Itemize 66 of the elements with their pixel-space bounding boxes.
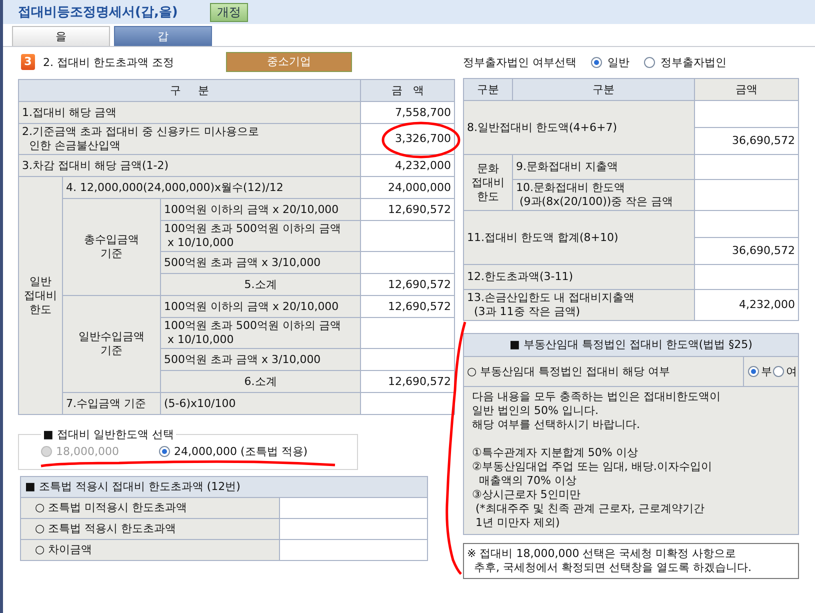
amount-cell: 4,232,000: [360, 154, 454, 176]
row-label: 100억원 초과 500억원 이하의 금액 x 10/10,000: [160, 318, 361, 348]
group-label: 총수입금액 기준: [62, 198, 160, 296]
column-header: 구 분: [18, 80, 361, 102]
row-label: 8.일반접대비 한도액(4+6+7): [464, 100, 694, 154]
notice-text: 다음 내용을 모두 충족하는 법인은 접대비한도액이 일반 법인의 50% 입니다. 해당 여부를 선택하시기 바랍니다. ①특수관계자 지분합계 50% 이상 ②부동산임대업 주업 또는 임대, 배당.이자수입이 매출액의 70% 이상 ③상시근로자 5인미만 (*최대주주 및 친족 관계 근로자, 근로계약기간 1년 미만자 제외): [471, 389, 722, 531]
section-title: 2. 접대비 한도초과액 조정: [43, 54, 174, 70]
radio-button[interactable]: [644, 56, 654, 68]
row-label: 500억원 초과 금액 x 3/10,000: [160, 348, 361, 370]
box-title: ■ 부동산임대 특정법인 접대비 한도액(법법 §25): [464, 334, 798, 357]
row-label: 100억원 이하의 금액 x 20/10,000: [160, 198, 361, 220]
column-header: 구분: [512, 78, 694, 100]
box-title: ■ 조특법 적용시 접대비 한도초과액 (12번): [20, 476, 428, 498]
group-label: 문화 접대비 한도: [464, 154, 512, 210]
row-label: 2.기준금액 초과 접대비 중 신용카드 미사용으로 인한 손금불산입액: [18, 124, 361, 154]
amount-cell: 36,690,572: [694, 238, 798, 264]
radio-button[interactable]: [158, 446, 170, 457]
subtotal-label: 6.소계: [160, 370, 361, 392]
row-label: 100억원 초과 500억원 이하의 금액 x 10/10,000: [160, 220, 361, 252]
row-label: 100억원 이하의 금액 x 20/10,000: [160, 296, 361, 318]
amount-cell: 12,690,572: [360, 198, 454, 220]
option-label: 정부출자법인: [660, 54, 726, 70]
amount-cell: 12,690,572: [360, 274, 454, 296]
row-label: 4. 12,000,000(24,000,000)x월수(12)/12: [62, 176, 361, 198]
row-label: ○ 조특법 미적용시 한도초과액: [20, 498, 280, 518]
option-label: 일반: [608, 54, 630, 70]
formula-cell: (5-6)x10/100: [160, 392, 361, 414]
amount-cell: 12,690,572: [360, 370, 454, 392]
window-title: 접대비등조정명세서(갑,을): [18, 4, 178, 21]
column-header: 금 액: [360, 80, 454, 102]
row-label: 1.접대비 해당 금액: [18, 102, 361, 124]
row-label: 7.수입금액 기준: [62, 392, 160, 414]
row-label: 10.문화접대비 한도액 (9과(8x(20/100))중 작은 금액: [512, 180, 694, 210]
amount-cell: 12,690,572: [360, 296, 454, 318]
option-label: 부: [761, 364, 772, 379]
option-label: 24,000,000 (조특법 적용): [174, 444, 308, 459]
column-header: 금액: [694, 78, 798, 100]
tab[interactable]: 을: [12, 26, 110, 46]
group-title: ■ 접대비 일반한도액 선택: [42, 427, 175, 442]
row-label: 11.접대비 한도액 합계(8+10): [464, 210, 694, 264]
radio-button[interactable]: [590, 56, 602, 68]
row-label: 13.손금산입한도 내 접대비지출액 (3과 11중 작은 금액): [464, 290, 694, 320]
section-number-badge: 3: [21, 54, 35, 70]
group-label: 일반수입금액 기준: [62, 296, 160, 392]
row-label: 12.한도초과액(3-11): [464, 264, 694, 290]
amount-cell: 4,232,000: [694, 290, 798, 320]
radio-button[interactable]: [748, 366, 759, 377]
note-text: ※ 접대비 18,000,000 선택은 국세청 미확정 사항으로 추후, 국세청에서 확정되면 선택창을 열도록 하겠습니다.: [463, 543, 799, 579]
option-label: 18,000,000: [56, 445, 119, 458]
subtotal-label: 5.소계: [160, 274, 361, 296]
option-label: 여: [786, 364, 797, 379]
row-label: ○ 조특법 적용시 한도초과액: [20, 518, 280, 540]
row-label: 3.차감 접대비 해당 금액(1-2): [18, 154, 361, 176]
row-label: ○ 차이금액: [20, 540, 280, 560]
field-label: 정부출자법인 여부선택: [463, 54, 576, 70]
row-label: 9.문화접대비 지출액: [512, 154, 694, 180]
revise-button[interactable]: 개정: [210, 2, 248, 22]
amount-cell: 24,000,000: [360, 176, 454, 198]
row-label: 500억원 초과 금액 x 3/10,000: [160, 252, 361, 274]
amount-cell: 7,558,700: [360, 102, 454, 124]
column-header: 구분: [464, 78, 512, 100]
group-label: 일반 접대비 한도: [18, 176, 62, 414]
question-label: ○ 부동산임대 특정법인 접대비 해당 여부: [466, 364, 672, 379]
company-type-badge: 중소기업: [226, 52, 352, 72]
amount-cell: 36,690,572: [694, 128, 798, 154]
radio-button[interactable]: [773, 366, 784, 377]
